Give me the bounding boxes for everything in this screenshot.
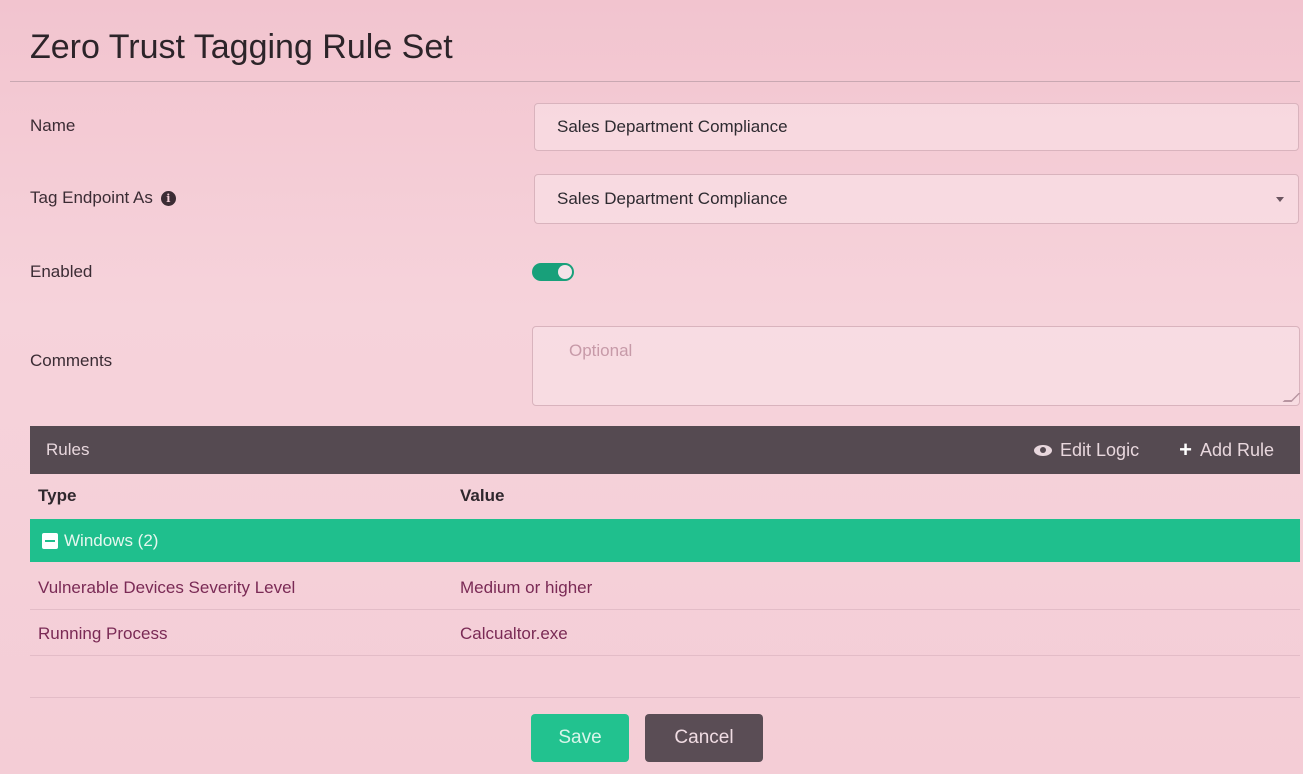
- rules-header-bar: Rules Edit Logic + Add Rule: [30, 426, 1300, 474]
- edit-logic-button[interactable]: Edit Logic: [1034, 440, 1139, 461]
- page-title: Zero Trust Tagging Rule Set: [30, 28, 453, 66]
- rule-value-cell: Medium or higher: [460, 578, 593, 597]
- add-rule-button[interactable]: + Add Rule: [1179, 439, 1274, 461]
- edit-logic-label: Edit Logic: [1060, 439, 1140, 460]
- table-row[interactable]: Vulnerable Devices Severity Level Medium…: [30, 564, 1300, 610]
- info-icon[interactable]: i: [160, 190, 176, 206]
- eye-icon: [1034, 444, 1053, 456]
- tag-endpoint-selected-value: Sales Department Compliance: [557, 189, 788, 208]
- tag-endpoint-label-text: Tag Endpoint As: [30, 188, 153, 207]
- rule-type-cell: Vulnerable Devices Severity Level: [38, 578, 296, 597]
- name-input[interactable]: Sales Department Compliance: [534, 103, 1299, 151]
- name-input-value: Sales Department Compliance: [557, 117, 788, 136]
- rule-group-label: Windows (2): [64, 530, 159, 550]
- comments-placeholder: Optional: [569, 341, 633, 360]
- enabled-label-text: Enabled: [30, 262, 93, 281]
- enabled-label: Enabled: [30, 262, 92, 282]
- table-row[interactable]: Running Process Calcualtor.exe: [30, 610, 1300, 656]
- tag-endpoint-select[interactable]: Sales Department Compliance: [534, 174, 1299, 224]
- rules-actions: Edit Logic + Add Rule: [1034, 439, 1274, 461]
- comments-textarea[interactable]: Optional: [532, 326, 1301, 406]
- collapse-minus-icon[interactable]: [42, 532, 58, 549]
- rule-value-cell: Calcualtor.exe: [460, 624, 568, 643]
- resize-handle-icon[interactable]: [1282, 393, 1301, 402]
- comments-label-text: Comments: [30, 351, 113, 370]
- column-header-type: Type: [38, 486, 77, 505]
- rule-group-windows[interactable]: Windows (2): [30, 519, 1300, 562]
- comments-label: Comments: [30, 351, 112, 371]
- add-rule-label: Add Rule: [1199, 439, 1274, 460]
- save-button[interactable]: Save: [531, 714, 629, 762]
- chevron-down-icon: [1276, 197, 1284, 202]
- cancel-button[interactable]: Cancel: [645, 714, 763, 762]
- rule-type-cell: Running Process: [38, 624, 168, 643]
- name-label-text: Name: [30, 116, 76, 135]
- plus-icon: +: [1179, 437, 1192, 462]
- column-header-value: Value: [460, 486, 505, 505]
- dialog-header: Zero Trust Tagging Rule Set: [10, 10, 1300, 82]
- toggle-knob: [558, 265, 572, 279]
- tagging-rule-set-dialog: Zero Trust Tagging Rule Set Name Sales D…: [0, 0, 1303, 774]
- tag-endpoint-label: Tag Endpoint As i: [30, 188, 176, 208]
- rules-title: Rules: [46, 440, 90, 459]
- enabled-toggle[interactable]: [532, 263, 574, 281]
- name-label: Name: [30, 116, 75, 136]
- footer-divider: [30, 697, 1300, 698]
